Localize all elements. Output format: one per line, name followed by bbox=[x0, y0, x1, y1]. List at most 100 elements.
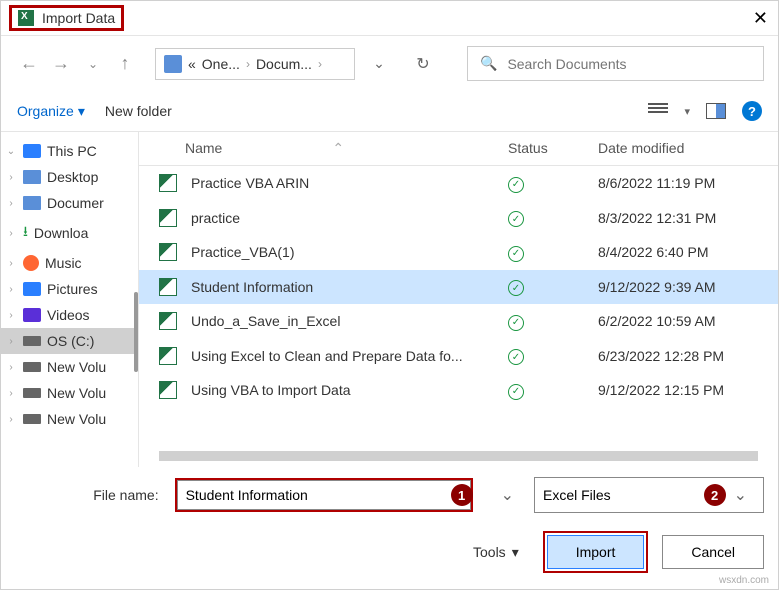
sync-status-icon bbox=[508, 278, 598, 297]
chevron-down-icon[interactable]: ⌄ bbox=[79, 50, 107, 78]
documents-icon bbox=[23, 196, 41, 210]
callout-badge-2: 2 bbox=[704, 484, 726, 506]
file-name: practice bbox=[191, 210, 508, 226]
sync-status-icon bbox=[508, 174, 598, 193]
sidebar-item-desktop[interactable]: ›Desktop bbox=[1, 164, 138, 190]
sidebar-item-videos[interactable]: ›Videos bbox=[1, 302, 138, 328]
disk-icon bbox=[23, 414, 41, 424]
sidebar: ⌄This PC ›Desktop ›Documer ›⭳Downloa ›Mu… bbox=[1, 132, 139, 467]
excel-file-icon bbox=[159, 347, 177, 365]
file-name: Practice VBA ARIN bbox=[191, 175, 508, 191]
sidebar-item-new-volume[interactable]: ›New Volu bbox=[1, 354, 138, 380]
file-date: 6/23/2022 12:28 PM bbox=[598, 348, 758, 364]
refresh-icon[interactable]: ↻ bbox=[403, 54, 443, 74]
excel-file-icon bbox=[159, 174, 177, 192]
desktop-icon bbox=[23, 170, 41, 184]
window-title: Import Data bbox=[42, 10, 115, 26]
sidebar-item-new-volume[interactable]: ›New Volu bbox=[1, 406, 138, 432]
file-name: Using Excel to Clean and Prepare Data fo… bbox=[191, 348, 508, 364]
import-highlight: Import bbox=[543, 531, 649, 573]
file-date: 9/12/2022 9:39 AM bbox=[598, 279, 758, 295]
file-row[interactable]: Practice VBA ARIN 8/6/2022 11:19 PM bbox=[139, 166, 778, 201]
caret-down-icon: ▾ bbox=[78, 103, 85, 120]
close-icon[interactable]: ✕ bbox=[753, 8, 768, 29]
file-row[interactable]: Using Excel to Clean and Prepare Data fo… bbox=[139, 339, 778, 374]
sidebar-item-os-c[interactable]: ›OS (C:) bbox=[1, 328, 138, 354]
disk-icon bbox=[23, 336, 41, 346]
excel-file-icon bbox=[159, 312, 177, 330]
cancel-button[interactable]: Cancel bbox=[662, 535, 764, 569]
videos-icon bbox=[23, 308, 41, 322]
download-icon: ⭳ bbox=[23, 221, 28, 245]
file-filter-dropdown[interactable]: Excel Files 2 ⌄ bbox=[534, 477, 764, 513]
tools-button[interactable]: Tools ▾ bbox=[473, 544, 519, 561]
sync-status-icon bbox=[508, 312, 598, 331]
view-icon[interactable] bbox=[648, 103, 668, 119]
sidebar-item-downloads[interactable]: ›⭳Downloa bbox=[1, 216, 138, 250]
help-icon[interactable]: ? bbox=[742, 101, 762, 121]
breadcrumb-seg[interactable]: Docum... bbox=[256, 56, 312, 72]
sidebar-item-documents[interactable]: ›Documer bbox=[1, 190, 138, 216]
back-icon[interactable]: ← bbox=[15, 50, 43, 78]
callout-badge-1: 1 bbox=[451, 484, 473, 506]
pictures-icon bbox=[23, 282, 41, 296]
caret-down-icon: ▾ bbox=[512, 544, 519, 561]
horizontal-scrollbar[interactable] bbox=[159, 451, 758, 461]
chevron-right-icon: › bbox=[5, 388, 17, 399]
file-date: 8/4/2022 6:40 PM bbox=[598, 244, 758, 260]
file-row[interactable]: practice 8/3/2022 12:31 PM bbox=[139, 201, 778, 236]
column-name[interactable]: Name⌃ bbox=[159, 140, 508, 157]
filename-label: File name: bbox=[93, 487, 162, 503]
sync-status-icon bbox=[508, 243, 598, 262]
chevron-right-icon: › bbox=[5, 310, 17, 321]
sort-caret-icon: ⌃ bbox=[332, 140, 344, 156]
search-icon: 🔍 bbox=[480, 55, 497, 72]
filename-dropdown-icon[interactable]: ⌄ bbox=[493, 485, 522, 505]
chevron-right-icon: › bbox=[5, 198, 17, 209]
excel-file-icon bbox=[159, 243, 177, 261]
up-icon[interactable]: ↑ bbox=[111, 50, 139, 78]
file-row[interactable]: Student Information 9/12/2022 9:39 AM bbox=[139, 270, 778, 305]
sidebar-item-this-pc[interactable]: ⌄This PC bbox=[1, 138, 138, 164]
scrollbar-handle[interactable] bbox=[134, 292, 138, 372]
organize-button[interactable]: Organize ▾ bbox=[17, 103, 85, 120]
file-name: Student Information bbox=[191, 279, 508, 295]
new-folder-button[interactable]: New folder bbox=[105, 103, 172, 119]
file-row[interactable]: Undo_a_Save_in_Excel 6/2/2022 10:59 AM bbox=[139, 304, 778, 339]
chevron-down-icon: ⌄ bbox=[5, 146, 17, 157]
breadcrumb[interactable]: « One... › Docum... › bbox=[155, 48, 355, 80]
filename-input[interactable] bbox=[177, 480, 471, 510]
excel-file-icon bbox=[159, 381, 177, 399]
column-status[interactable]: Status bbox=[508, 140, 598, 157]
file-name: Using VBA to Import Data bbox=[191, 382, 508, 398]
address-dropdown-icon[interactable]: ⌄ bbox=[359, 55, 399, 72]
file-date: 8/3/2022 12:31 PM bbox=[598, 210, 758, 226]
sync-status-icon bbox=[508, 381, 598, 400]
file-row[interactable]: Using VBA to Import Data 9/12/2022 12:15… bbox=[139, 373, 778, 408]
preview-pane-icon[interactable] bbox=[706, 103, 726, 119]
excel-icon bbox=[18, 10, 34, 26]
watermark: wsxdn.com bbox=[719, 575, 769, 586]
filename-box-highlight bbox=[175, 478, 473, 512]
disk-icon bbox=[23, 362, 41, 372]
forward-icon[interactable]: → bbox=[47, 50, 75, 78]
sync-status-icon bbox=[508, 209, 598, 228]
chevron-right-icon: › bbox=[246, 57, 250, 71]
sidebar-item-music[interactable]: ›Music bbox=[1, 250, 138, 276]
caret-down-icon[interactable]: ▾ bbox=[684, 105, 690, 118]
excel-file-icon bbox=[159, 209, 177, 227]
chevron-right-icon: › bbox=[5, 414, 17, 425]
search-box[interactable]: 🔍 bbox=[467, 46, 764, 81]
breadcrumb-seg[interactable]: One... bbox=[202, 56, 240, 72]
excel-file-icon bbox=[159, 278, 177, 296]
search-input[interactable] bbox=[507, 56, 751, 72]
file-row[interactable]: Practice_VBA(1) 8/4/2022 6:40 PM bbox=[139, 235, 778, 270]
file-name: Practice_VBA(1) bbox=[191, 244, 508, 260]
import-button[interactable]: Import bbox=[547, 535, 645, 569]
sidebar-item-new-volume[interactable]: ›New Volu bbox=[1, 380, 138, 406]
column-date[interactable]: Date modified bbox=[598, 140, 758, 157]
disk-icon bbox=[23, 388, 41, 398]
sidebar-item-pictures[interactable]: ›Pictures bbox=[1, 276, 138, 302]
chevron-right-icon: › bbox=[5, 336, 17, 347]
chevron-down-icon: ⌄ bbox=[726, 485, 755, 505]
